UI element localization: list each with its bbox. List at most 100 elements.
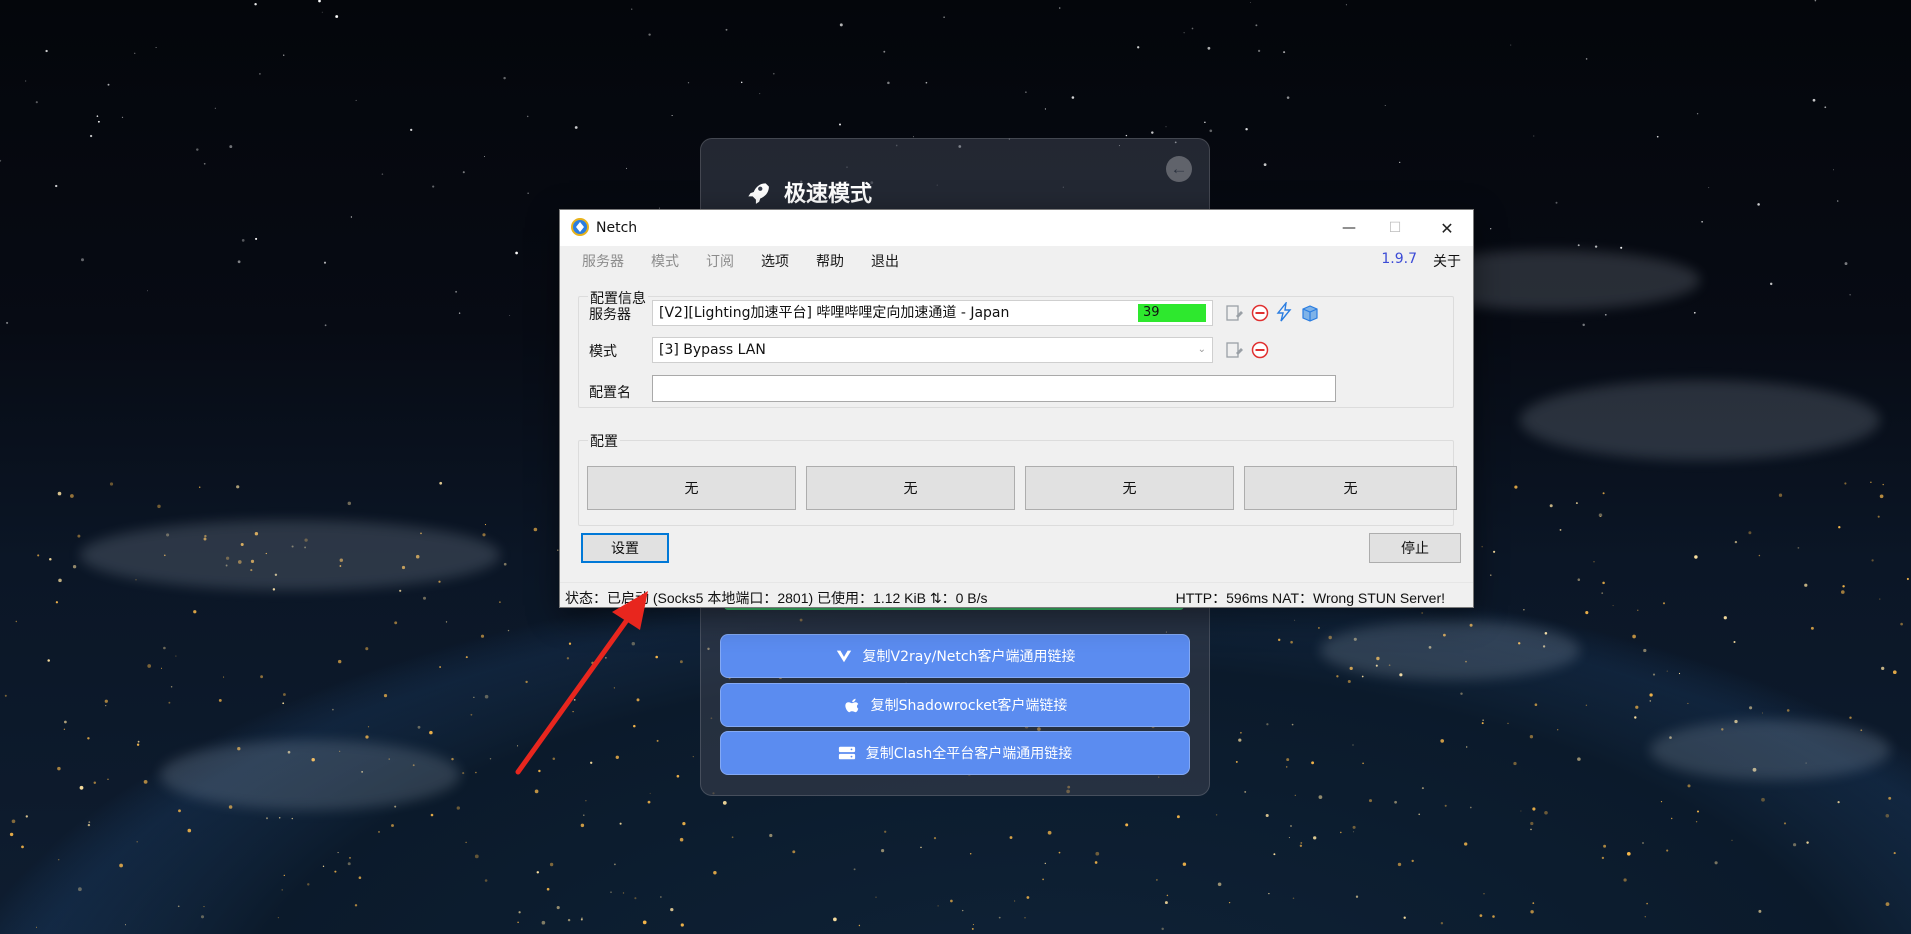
delete-mode-icon[interactable] [1250, 340, 1270, 360]
city-light [391, 824, 394, 827]
city-light [1362, 762, 1364, 765]
website-title: 极速模式 [784, 182, 873, 207]
close-button[interactable]: ✕ [1424, 210, 1470, 246]
edit-mode-icon[interactable] [1224, 340, 1244, 360]
city-light [1513, 761, 1517, 766]
stop-button[interactable]: 停止 [1369, 533, 1461, 563]
profile-button-2[interactable]: 无 [806, 466, 1015, 510]
city-light [1483, 893, 1485, 895]
maximize-button[interactable]: ☐ [1372, 210, 1418, 246]
menu-subscription[interactable]: 订阅 [706, 251, 734, 271]
city-light [332, 708, 334, 711]
city-light [1649, 693, 1653, 697]
profile-button-1[interactable]: 无 [587, 466, 796, 510]
city-light [87, 737, 90, 740]
city-light [1176, 815, 1180, 819]
city-light [1440, 739, 1445, 743]
copy-link-icon[interactable] [1300, 303, 1320, 323]
server-value: [V2][Lighting加速平台] 哔哩哔哩定向加速通道 - Japan [659, 305, 1010, 321]
copy-v2ray-link-button[interactable]: 复制V2ray/Netch客户端通用链接 [720, 634, 1190, 678]
delete-server-icon[interactable] [1250, 303, 1270, 323]
profile-button-label: 无 [1122, 480, 1137, 496]
menu-about[interactable]: 关于 [1433, 251, 1461, 271]
city-light [1810, 626, 1814, 630]
network-status-text: HTTP：596ms NAT：Wrong STUN Server! [1175, 590, 1445, 606]
city-light [1481, 722, 1484, 725]
city-light [57, 858, 60, 861]
city-light [933, 837, 937, 840]
city-light [1598, 513, 1603, 517]
profile-button-3[interactable]: 无 [1025, 466, 1234, 510]
maximize-icon: ☐ [1388, 220, 1402, 236]
city-light [536, 871, 540, 874]
city-light [1444, 804, 1447, 807]
city-light [1687, 702, 1689, 705]
netch-window: Netch — ☐ ✕ 服务器 模式 订阅 选项 帮助 退出 1.9.7 关于 … [559, 209, 1474, 608]
title-bar[interactable]: Netch — ☐ ✕ [560, 210, 1473, 246]
city-light [1299, 844, 1303, 847]
city-light [1347, 679, 1351, 684]
city-light [1601, 592, 1604, 594]
city-light [439, 481, 443, 485]
city-light [622, 892, 625, 894]
button-label: 复制Shadowrocket客户端链接 [870, 698, 1068, 714]
city-light [875, 896, 877, 898]
version-label[interactable]: 1.9.7 [1381, 251, 1417, 267]
city-light [1534, 703, 1538, 706]
arrow-left-icon[interactable]: ← [1166, 156, 1192, 182]
city-light [969, 853, 972, 855]
menu-servers[interactable]: 服务器 [582, 251, 624, 271]
city-light [1652, 673, 1656, 676]
city-light [853, 868, 856, 871]
city-light [354, 904, 358, 907]
city-light [647, 800, 651, 804]
menu-help[interactable]: 帮助 [816, 251, 844, 271]
city-light [25, 815, 28, 818]
menu-options[interactable]: 选项 [761, 251, 789, 271]
menu-mode[interactable]: 模式 [651, 251, 679, 271]
city-light [507, 629, 510, 632]
city-light [581, 917, 583, 919]
city-light [1841, 590, 1845, 594]
status-text: 状态：已启动 (Socks5 本地端口：2801) 已使用：1.12 KiB ⇅… [565, 590, 988, 606]
city-light [1217, 882, 1222, 887]
speed-test-icon[interactable] [1274, 302, 1294, 322]
city-light [1626, 851, 1631, 856]
city-light [1635, 705, 1639, 709]
copy-shadowrocket-link-button[interactable]: 复制Shadowrocket客户端链接 [720, 683, 1190, 727]
city-light [884, 830, 887, 833]
settings-button[interactable]: 设置 [581, 533, 669, 563]
city-light [281, 889, 283, 891]
city-light [656, 739, 659, 742]
copy-clash-link-button[interactable]: 复制Clash全平台客户端通用链接 [720, 731, 1190, 775]
city-light [1265, 813, 1269, 818]
city-light [367, 726, 370, 728]
server-select[interactable]: [V2][Lighting加速平台] 哔哩哔哩定向加速通道 - Japan 39 [652, 300, 1213, 326]
city-light [1646, 902, 1648, 905]
city-light [1318, 795, 1323, 799]
city-light [633, 724, 636, 728]
city-light [1530, 828, 1532, 831]
profile-button-label: 无 [903, 480, 918, 496]
mode-select[interactable]: [3] Bypass LAN ⌄ [652, 337, 1213, 363]
minimize-button[interactable]: — [1326, 210, 1372, 246]
city-light [682, 821, 686, 826]
profiles-group-label: 配置 [588, 431, 620, 451]
profile-name-input[interactable] [652, 375, 1336, 402]
city-light [881, 849, 885, 853]
menu-exit[interactable]: 退出 [871, 251, 899, 271]
city-light [88, 821, 91, 824]
edit-server-icon[interactable] [1224, 303, 1244, 323]
city-light [143, 780, 148, 784]
city-light [1294, 619, 1296, 621]
city-light [1355, 895, 1359, 898]
city-light [1734, 540, 1738, 544]
city-light [15, 620, 18, 623]
city-light [1870, 481, 1872, 483]
profile-button-4[interactable]: 无 [1244, 466, 1457, 510]
city-light [858, 924, 861, 927]
city-light [1397, 862, 1402, 867]
city-light [567, 918, 571, 922]
city-light [631, 641, 636, 646]
city-light [538, 769, 541, 773]
